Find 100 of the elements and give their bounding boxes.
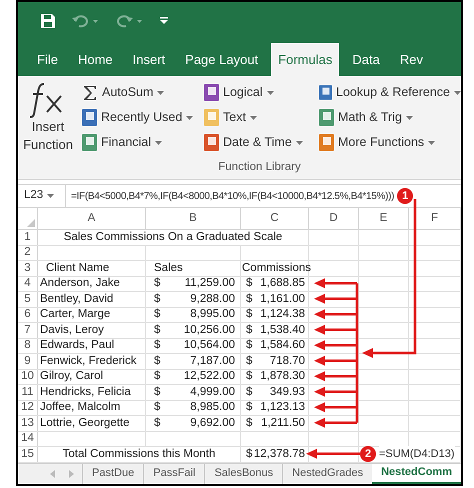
- formula-note: =SUM(D4:D13): [379, 446, 454, 462]
- row-number: 10: [18, 370, 38, 384]
- function-menu-button[interactable]: Date & Time: [204, 130, 319, 155]
- column-header[interactable]: C: [241, 208, 309, 229]
- customize-icon[interactable]: [160, 17, 168, 25]
- commission-amount: 349.93: [270, 384, 305, 400]
- ribbon-tab[interactable]: Page Layout: [178, 43, 266, 76]
- currency-symbol: $: [246, 338, 252, 354]
- caret-icon: [454, 90, 461, 94]
- client-name: Carter, Marge: [40, 307, 110, 322]
- client-name: Joffee, Malcolm: [40, 400, 120, 416]
- function-menu-button[interactable]: More Functions: [319, 130, 461, 155]
- formula-text[interactable]: =IF(B4<5000,B4*7%,IF(B4<8000,B4*10%,IF(B4<10000,B4*12.5%,B4*15%))): [71, 188, 394, 204]
- client-name: Anderson, Jake: [40, 276, 120, 292]
- function-menu-button[interactable]: Financial: [82, 130, 204, 155]
- row-number: 13: [18, 416, 38, 430]
- caret-icon: [157, 90, 164, 94]
- currency-symbol: $: [154, 307, 160, 322]
- currency-symbol: $: [246, 276, 252, 292]
- scroll-right-icon[interactable]: [69, 470, 74, 478]
- column-label: Client Name: [46, 260, 110, 276]
- sales-amount: 10,256.00: [184, 322, 235, 338]
- sales-amount: 10,564.00: [184, 338, 235, 354]
- commission-amount: 1,688.85: [260, 276, 305, 292]
- client-name: Edwards, Paul: [40, 338, 114, 354]
- commission-amount: 1,161.00: [260, 292, 305, 307]
- currency-symbol: $: [246, 292, 252, 307]
- sales-amount: 7,187.00: [190, 354, 235, 369]
- caret-icon: [406, 116, 413, 120]
- total-amount: 12,378.78: [254, 446, 305, 462]
- caret-icon: [250, 116, 257, 120]
- row-number: 5: [18, 292, 38, 306]
- function-menu-button[interactable]: Logical: [204, 80, 319, 105]
- save-icon[interactable]: [40, 13, 56, 29]
- ribbon-tab[interactable]: Home: [70, 43, 120, 76]
- currency-symbol: $: [154, 338, 160, 354]
- row-number: 6: [18, 308, 38, 322]
- caret-icon: [155, 140, 162, 144]
- currency-symbol: $: [154, 384, 160, 400]
- row-number: 12: [18, 400, 38, 415]
- client-name: Gilroy, Carol: [40, 369, 104, 384]
- row-number: 9: [18, 354, 38, 368]
- commission-amount: 1,538.40: [260, 322, 305, 338]
- currency-symbol: $: [154, 416, 160, 431]
- row-number: 8: [18, 338, 38, 353]
- sales-amount: 12,522.00: [184, 369, 235, 384]
- scroll-left-icon[interactable]: [50, 470, 55, 478]
- column-header[interactable]: B: [146, 208, 241, 229]
- client-name: Davis, Leroy: [40, 322, 104, 338]
- commission-amount: 718.70: [270, 354, 305, 369]
- ribbon-tab[interactable]: File: [30, 43, 65, 76]
- commission-amount: 1,878.30: [260, 369, 305, 384]
- function-menu-button[interactable]: AutoSum: [82, 80, 204, 105]
- row-number: 11: [18, 385, 38, 400]
- currency-symbol: $: [246, 384, 252, 400]
- function-menu-button[interactable]: Recently Used: [82, 105, 204, 130]
- ribbon-tab[interactable]: Rev: [392, 43, 430, 76]
- name-box[interactable]: L23: [18, 185, 66, 207]
- callout-badge: 1: [397, 188, 414, 204]
- currency-symbol: $: [154, 354, 160, 369]
- client-name: Hendricks, Felicia: [40, 384, 131, 400]
- function-menu-button[interactable]: Math & Trig: [319, 105, 461, 130]
- caret-icon: [186, 116, 194, 120]
- sheet-title: Sales Commissions On a Graduated Scale: [64, 230, 282, 245]
- row-number: 7: [18, 323, 38, 338]
- column-header[interactable]: D: [309, 208, 359, 229]
- redo-icon[interactable]: [116, 14, 144, 28]
- sales-amount: 8,985.00: [190, 400, 235, 416]
- sheet-tab[interactable]: PassFail: [143, 464, 204, 484]
- function-menu-button[interactable]: Text: [204, 105, 319, 130]
- row-number: 1: [18, 230, 38, 244]
- column-header[interactable]: E: [359, 208, 409, 229]
- client-name: Lottrie, Georgette: [40, 416, 130, 431]
- currency-symbol: $: [154, 276, 160, 292]
- client-name: Fenwick, Frederick: [40, 354, 136, 369]
- sales-amount: 9,692.00: [190, 416, 235, 431]
- currency-symbol: $: [154, 369, 160, 384]
- ribbon-tab[interactable]: Formulas: [271, 43, 340, 76]
- undo-icon[interactable]: [72, 14, 100, 28]
- client-name: Bentley, David: [40, 292, 114, 307]
- sales-amount: 9,288.00: [190, 292, 235, 307]
- column-label: Commissions: [242, 260, 312, 276]
- commission-amount: 1,124.38: [260, 307, 305, 322]
- column-header[interactable]: F: [409, 208, 461, 229]
- sheet-tab[interactable]: SalesBonus: [204, 464, 282, 484]
- corner-triangle-icon: [27, 219, 35, 227]
- ribbon-tab[interactable]: Insert: [126, 43, 172, 76]
- insert-function-button[interactable]: Insert Function: [20, 80, 76, 155]
- ribbon-tab[interactable]: Data: [345, 43, 387, 76]
- column-header[interactable]: A: [38, 208, 146, 229]
- column-label: Sales: [154, 260, 183, 276]
- group-label: Function Library: [218, 160, 301, 175]
- sheet-tab[interactable]: NestedComm: [372, 464, 461, 484]
- currency-symbol: $: [246, 354, 252, 369]
- caret-icon: [296, 140, 303, 144]
- sheet-tab[interactable]: PastDue: [82, 464, 144, 484]
- caret-icon: [266, 90, 274, 94]
- currency-symbol: $: [246, 446, 252, 462]
- function-menu-button[interactable]: Lookup & Reference: [319, 80, 461, 105]
- sales-amount: 11,259.00: [184, 276, 235, 292]
